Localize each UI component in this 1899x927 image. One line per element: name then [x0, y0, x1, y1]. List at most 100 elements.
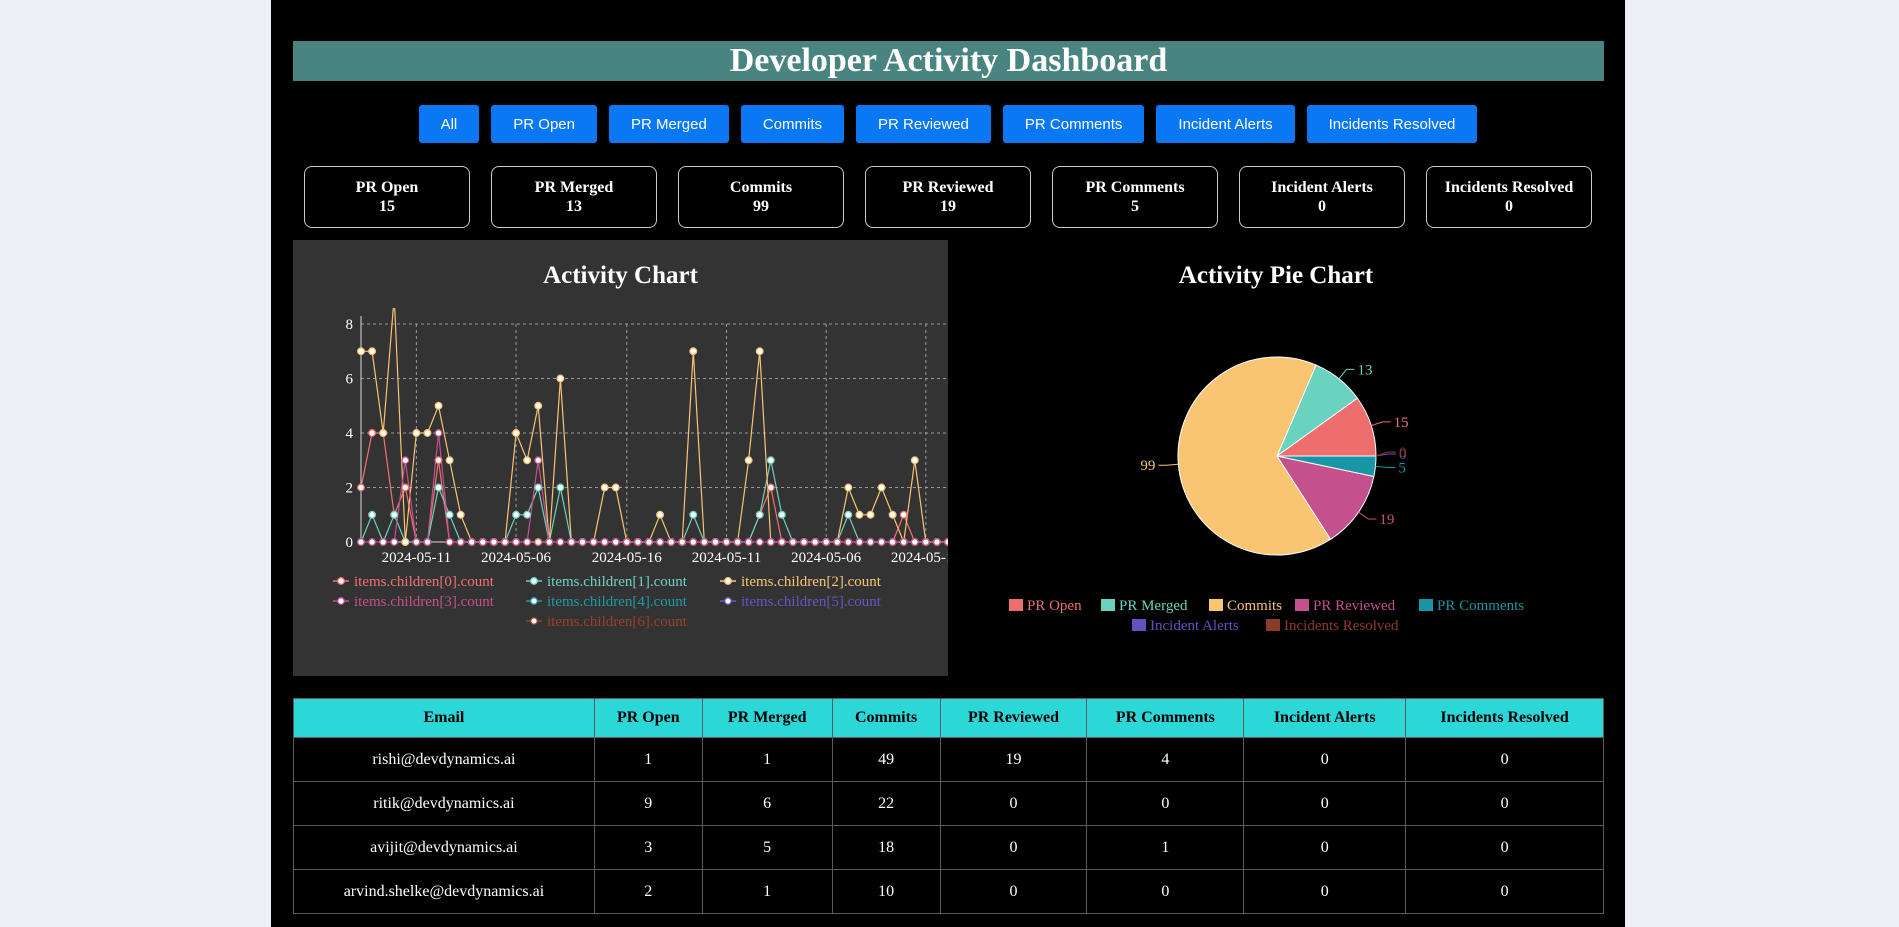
- table-cell: 0: [1243, 737, 1407, 782]
- data-point: [556, 538, 565, 546]
- legend-swatch: [1266, 619, 1280, 631]
- data-point: [401, 456, 410, 465]
- data-point: [467, 538, 476, 546]
- legend-item-incidents-resolved[interactable]: Incidents Resolved: [1266, 618, 1399, 634]
- data-point: [877, 538, 886, 546]
- x-tick-label: 2024-05-16: [592, 550, 662, 566]
- legend-item-pr-comments[interactable]: PR Comments: [1419, 598, 1524, 614]
- legend-item-pr-reviewed[interactable]: PR Reviewed: [1295, 598, 1396, 614]
- stat-value: 0: [1318, 198, 1326, 215]
- data-point: [445, 510, 454, 519]
- data-point: [512, 429, 521, 437]
- legend-swatch: [1101, 599, 1115, 611]
- table-cell: 0: [1243, 869, 1407, 914]
- column-header[interactable]: Incidents Resolved: [1405, 698, 1604, 738]
- legend-item-items-children-0-count[interactable]: items.children[0].count: [333, 574, 495, 590]
- filter-incidents-resolved-button[interactable]: Incidents Resolved: [1306, 105, 1478, 143]
- legend-item-items-children-1-count[interactable]: items.children[1].count: [526, 574, 688, 590]
- table-cell: 0: [939, 825, 1088, 870]
- data-point: [766, 538, 775, 546]
- legend-swatch: [1132, 619, 1146, 631]
- filter-pr-open-button[interactable]: PR Open: [491, 105, 597, 143]
- column-header[interactable]: Commits: [831, 698, 941, 738]
- filter-pr-comments-button[interactable]: PR Comments: [1002, 105, 1145, 143]
- legend-item-incident-alerts[interactable]: Incident Alerts: [1132, 618, 1239, 634]
- data-point: [622, 538, 631, 546]
- pie-data-label: 99: [1140, 458, 1155, 474]
- data-point: [777, 510, 786, 519]
- data-point: [833, 538, 842, 546]
- filter-incident-alerts-button[interactable]: Incident Alerts: [1156, 105, 1295, 143]
- activity-line-chart: 0 2 4 6 8 2024-05-11 2024-05-06 2024-05-16 2024-…: [333, 308, 948, 630]
- legend-label: Commits: [1227, 598, 1282, 614]
- column-header[interactable]: Incident Alerts: [1243, 698, 1407, 738]
- legend-swatch: [1419, 599, 1433, 611]
- data-point: [689, 510, 698, 519]
- column-header[interactable]: PR Open: [593, 698, 703, 738]
- filter-pr-reviewed-button[interactable]: PR Reviewed: [856, 105, 991, 143]
- pie-data-label: 15: [1394, 415, 1409, 431]
- data-point: [434, 456, 443, 465]
- table-cell: 0: [1405, 825, 1604, 870]
- table-cell: 10: [831, 869, 941, 914]
- legend-point-marker: [530, 617, 538, 625]
- data-point: [379, 429, 388, 437]
- legend-item-pr-open[interactable]: PR Open: [1009, 598, 1082, 614]
- filter-pr-merged-button[interactable]: PR Merged: [608, 105, 729, 143]
- activity-pie-chart-panel: Activity Pie Chart 15 13 99 19 5 0 0 PR Open PR …: [948, 240, 1604, 676]
- legend-point-marker: [337, 597, 345, 605]
- data-point: [534, 483, 543, 492]
- table-cell: 0: [1243, 825, 1407, 870]
- data-point: [434, 401, 443, 410]
- filter-all-button[interactable]: All: [418, 105, 480, 143]
- legend-label: PR Reviewed: [1313, 598, 1396, 614]
- data-point: [357, 347, 365, 356]
- legend-swatch: [1209, 599, 1223, 611]
- y-tick-label: 6: [346, 372, 354, 388]
- legend-label: items.children[1].count: [547, 574, 688, 590]
- pie-data-label: 13: [1357, 362, 1372, 378]
- x-tick-label: 2024-05-11: [692, 550, 761, 566]
- column-header[interactable]: PR Reviewed: [939, 698, 1088, 738]
- legend-item-items-children-6-count[interactable]: items.children[6].count: [526, 614, 688, 630]
- stat-card-incident-alerts: Incident Alerts 0: [1239, 166, 1405, 228]
- data-point: [501, 538, 509, 546]
- data-point: [888, 538, 897, 546]
- legend-item-pr-merged[interactable]: PR Merged: [1101, 598, 1188, 614]
- column-header[interactable]: Email: [293, 698, 595, 738]
- table-cell: 0: [1243, 781, 1407, 826]
- stat-card-pr-comments: PR Comments 5: [1052, 166, 1218, 228]
- table-cell: 19: [939, 737, 1088, 782]
- legend-item-items-children-4-count[interactable]: items.children[4].count: [526, 594, 688, 610]
- data-point: [921, 538, 930, 546]
- filter-commits-button[interactable]: Commits: [740, 105, 845, 143]
- pie-data-label: 19: [1379, 512, 1394, 528]
- table-row: arvind.shelke@devdynamics.ai 2 1 10 0 0 …: [293, 869, 1604, 914]
- table-cell-email: ritik@devdynamics.ai: [293, 781, 595, 826]
- data-point: [910, 456, 919, 465]
- legend-item-items-children-5-count[interactable]: items.children[5].count: [720, 594, 882, 610]
- data-point: [600, 483, 609, 492]
- stat-label: PR Comments: [1085, 179, 1185, 196]
- data-point: [678, 538, 687, 546]
- stat-value: 99: [753, 198, 769, 215]
- data-point: [534, 538, 543, 546]
- legend-item-items-children-2-count[interactable]: items.children[2].count: [720, 574, 882, 590]
- legend-item-items-children-3-count[interactable]: items.children[3].count: [333, 594, 495, 610]
- column-header[interactable]: PR Merged: [701, 698, 833, 738]
- column-header[interactable]: PR Comments: [1086, 698, 1245, 738]
- stat-label: Incident Alerts: [1271, 179, 1373, 196]
- legend-label: items.children[0].count: [354, 574, 495, 590]
- data-point: [611, 538, 620, 546]
- stat-value: 19: [940, 198, 956, 215]
- legend-point-marker: [724, 577, 732, 585]
- legend-label: PR Merged: [1119, 598, 1188, 614]
- data-point: [844, 483, 853, 492]
- legend-item-commits[interactable]: Commits: [1209, 598, 1282, 614]
- table-cell: 49: [831, 737, 941, 782]
- data-point: [689, 538, 698, 546]
- table-cell: 0: [1405, 869, 1604, 914]
- y-tick-label: 4: [346, 426, 354, 442]
- data-point: [656, 510, 664, 519]
- x-tick-label: 2024-05-06: [481, 550, 551, 566]
